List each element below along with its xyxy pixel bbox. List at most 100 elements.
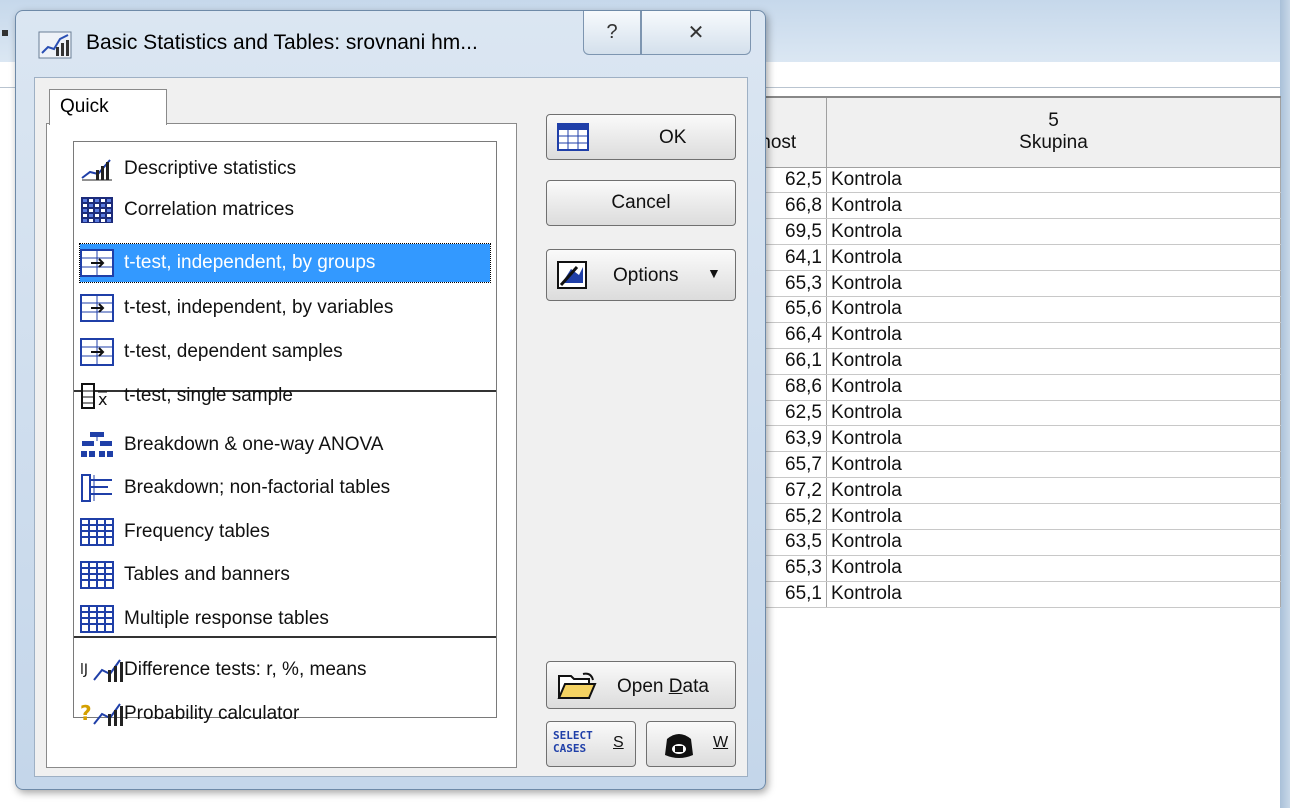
list-item-label: t-test, independent, by groups [124,252,376,273]
table-cell-group[interactable]: Kontrola [826,425,1281,453]
options-button[interactable]: Options ▼ [546,249,736,301]
column-header-5[interactable]: 5 Skupina [826,96,1281,168]
table-row: 62,5 Kontrola [740,167,1281,194]
list-item[interactable]: Tables and banners [80,556,490,594]
options-label: Options [613,265,679,286]
ok-button[interactable]: OK [546,114,736,160]
table-cell-group[interactable]: Kontrola [826,400,1281,427]
column-name: Skupina [1019,132,1088,154]
difference-tests-icon: lJ [80,655,124,685]
list-item[interactable]: ? Probability calculator [80,695,490,733]
table-cell-group[interactable]: Kontrola [826,477,1281,505]
list-item-label: t-test, dependent samples [124,341,343,362]
dialog-title: Basic Statistics and Tables: srovnani hm… [86,31,478,54]
dropdown-arrow-icon: ▼ [707,265,721,281]
list-item-label: t-test, independent, by variables [124,297,394,318]
table-cell-group[interactable]: Kontrola [826,322,1281,349]
breakdown-nonfactorial-icon [80,473,124,503]
table-cell-group[interactable]: Kontrola [826,270,1281,297]
weight-shortcut: W [713,734,729,751]
frequency-tables-icon [80,517,124,547]
svg-text:?: ? [80,701,92,725]
cancel-button[interactable]: Cancel [546,180,736,226]
ttest-variables-icon [80,293,124,323]
table-row: 65,2 Kontrola [740,503,1281,530]
list-item[interactable]: Correlation matrices [80,191,490,229]
open-folder-icon [557,672,597,699]
select-cases-button[interactable]: SELECT CASES S [546,721,636,767]
table-cell-group[interactable]: Kontrola [826,244,1281,272]
svg-text:x: x [98,390,107,409]
table-cell-group[interactable]: Kontrola [826,503,1281,530]
weight-button[interactable]: W [646,721,736,767]
table-row: 67,2 Kontrola [740,477,1281,505]
table-row: 66,1 Kontrola [740,348,1281,375]
help-button[interactable]: ? [583,11,641,55]
table-row: 62,5 Kontrola [740,400,1281,427]
table-cell-group[interactable]: Kontrola [826,451,1281,479]
list-item[interactable]: Multiple response tables [80,600,490,638]
list-item-label: t-test, single sample [124,385,293,406]
table-cell-group[interactable]: Kontrola [826,218,1281,246]
ttest-single-icon: x [80,381,124,411]
list-item-label: Difference tests: r, %, means [124,659,367,680]
ttest-dependent-icon [80,337,124,367]
help-icon: ? [606,21,618,43]
close-icon: ✕ [687,22,705,44]
select-cases-icon: SELECT CASES [553,729,593,755]
multiple-response-icon [80,604,124,634]
table-cell-group[interactable]: Kontrola [826,192,1281,220]
analysis-list[interactable]: Descriptive statistics Correlation matric… [73,141,497,726]
close-button[interactable]: ✕ [641,11,751,55]
breakdown-anova-icon [80,430,124,460]
list-item[interactable]: Breakdown; non-factorial tables [80,469,490,507]
table-cell-group[interactable]: Kontrola [826,167,1281,194]
list-item[interactable]: lJ Difference tests: r, %, means [80,651,490,689]
list-item-label: Breakdown & one-way ANOVA [124,434,384,455]
weight-icon [665,734,693,758]
table-cell-group[interactable]: Kontrola [826,348,1281,375]
list-item[interactable]: t-test, dependent samples [80,333,490,371]
table-cell-group[interactable]: Kontrola [826,581,1281,608]
table-row: 66,8 Kontrola [740,192,1281,220]
cancel-label: Cancel [611,192,671,213]
open-data-label: Open Data [617,676,709,697]
select-cases-shortcut: S [613,734,624,751]
table-cell-group[interactable]: Kontrola [826,374,1281,401]
list-item-label: Probability calculator [124,703,300,724]
svg-text:lJ: lJ [80,662,88,678]
list-item[interactable]: Frequency tables [80,513,490,551]
spreadsheet-body: 62,5 Kontrola 66,8 Kontrola 69,5 Kontrola 64,1… [740,167,1281,608]
basic-statistics-dialog: Basic Statistics and Tables: srovnani hm… [15,10,766,790]
open-data-button[interactable]: Open Data [546,661,736,709]
list-item-label: Multiple response tables [124,608,329,629]
table-row: 65,3 Kontrola [740,555,1281,582]
correlation-matrix-icon [80,195,124,225]
list-item-label: Descriptive statistics [124,158,297,179]
table-cell-group[interactable]: Kontrola [826,555,1281,582]
ttest-groups-icon [80,248,124,278]
list-item[interactable]: Descriptive statistics [80,150,490,188]
list-item[interactable]: t-test, independent, by variables [80,289,490,327]
list-item-label: Correlation matrices [124,199,294,220]
list-item-label: Frequency tables [124,521,270,542]
spreadsheet: 4 tnost 5 Skupina 62,5Kontrola66,8Kontro… [740,96,1281,608]
list-item-label: Tables and banners [124,564,290,585]
table-row: 65,1 Kontrola [740,581,1281,608]
table-cell-group[interactable]: Kontrola [826,296,1281,323]
statistics-app-icon [38,31,72,59]
table-row: 63,9 Kontrola [740,425,1281,453]
list-item[interactable]: t-test, independent, by groups [79,243,491,283]
table-row: 65,3 Kontrola [740,270,1281,297]
list-item-label: Breakdown; non-factorial tables [124,477,391,498]
list-item[interactable]: Breakdown & one-way ANOVA [80,426,490,464]
list-item[interactable]: x t-test, single sample [80,377,490,415]
table-cell-group[interactable]: Kontrola [826,529,1281,556]
table-row: 64,1 Kontrola [740,244,1281,272]
table-row: 63,5 Kontrola [740,529,1281,556]
tab-quick[interactable]: Quick [49,89,167,125]
tables-banners-icon [80,560,124,590]
table-row: 65,6 Kontrola [740,296,1281,323]
descriptive-stats-icon [80,154,124,184]
options-icon [557,261,587,289]
